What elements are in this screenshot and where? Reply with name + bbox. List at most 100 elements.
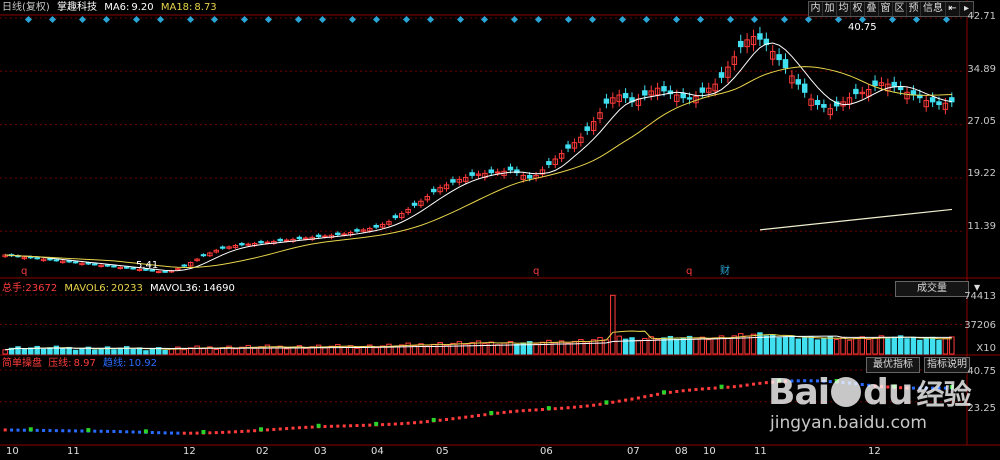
volume-bar <box>897 335 904 355</box>
candle <box>315 234 322 238</box>
indicator-dot <box>483 413 487 417</box>
event-marker-q-1[interactable]: q <box>21 266 27 278</box>
volume-bar <box>853 337 859 355</box>
indicator-selector-label: 成交量 <box>917 283 947 294</box>
indicator-signal <box>546 406 551 411</box>
toolbar-item-nei[interactable]: 内 <box>809 2 823 16</box>
volume-bar <box>674 338 680 355</box>
event-marker-q-2[interactable]: q <box>533 266 539 278</box>
indicator-dot <box>297 426 301 430</box>
indicator-dot <box>700 387 704 391</box>
volume-bar <box>693 338 699 355</box>
indicator-dot <box>387 422 391 426</box>
volume-bar <box>629 337 635 355</box>
candle <box>47 258 53 261</box>
volume-tick-2: 37206 <box>964 320 996 331</box>
event-marker-cai[interactable]: 财 <box>720 266 730 278</box>
indicator-dot <box>611 400 615 404</box>
collapse-arrow-icon[interactable]: ⇤ <box>946 2 960 16</box>
candle <box>303 237 309 240</box>
volume-bar <box>782 336 789 355</box>
toolbar-item-quan[interactable]: 权 <box>851 2 865 16</box>
mavol36-label: MAVOL36: <box>150 283 202 294</box>
volume-bar <box>565 342 571 355</box>
indicator-dot <box>515 409 519 413</box>
indicator-dot <box>74 429 78 433</box>
indicator-help-button[interactable]: 指标说明 <box>924 357 970 373</box>
toolbar-item-jia[interactable]: 加 <box>823 2 837 16</box>
toolbar-item-qu[interactable]: 区 <box>893 2 907 16</box>
indicator-dot <box>617 399 621 403</box>
volume-bar <box>789 335 795 355</box>
best-indicator-button[interactable]: 最优指标 <box>866 357 920 373</box>
toolbar-item-jun[interactable]: 均 <box>837 2 851 16</box>
toolbar-item-chuang[interactable]: 窗 <box>879 2 893 16</box>
signal-diamond <box>48 15 57 24</box>
indicator-dot <box>355 424 359 428</box>
volume-bar <box>648 336 654 355</box>
toolbar-item-die[interactable]: 叠 <box>865 2 879 16</box>
signal-diamond <box>780 15 789 24</box>
indicator-tick-1: 40.75 <box>967 366 996 377</box>
indicator-dot <box>566 406 570 410</box>
volume-bar <box>840 337 846 355</box>
ma6-line <box>5 42 952 272</box>
event-marker-q-3[interactable]: q <box>686 266 692 278</box>
stock-name: 掌趣科技 <box>57 2 97 13</box>
indicator-dot <box>540 408 544 412</box>
candle <box>801 83 808 93</box>
indicator-dot <box>445 418 449 422</box>
indicator-dot <box>438 418 442 422</box>
indicator-dot <box>189 431 193 435</box>
indicator-dot <box>361 423 365 427</box>
toolbar-item-xinxi[interactable]: 信息 <box>921 2 946 16</box>
candle <box>642 90 648 96</box>
volume-bar <box>469 342 475 355</box>
signal-diamond <box>834 15 843 24</box>
candle <box>104 264 111 267</box>
watermark-brand-b: du <box>863 372 913 413</box>
signal-diamond <box>402 15 411 24</box>
volume-bar <box>200 348 207 355</box>
toolbar-item-yu[interactable]: 预 <box>907 2 921 16</box>
indicator-dot <box>745 383 749 387</box>
indicator-dot <box>713 386 717 390</box>
high-price-label: 40.75 <box>848 22 877 33</box>
volume-bar <box>79 348 85 355</box>
indicator-dot <box>502 410 506 414</box>
volume-bar <box>865 338 872 355</box>
signal-diamond <box>510 15 519 24</box>
mavol6-value: 20233 <box>111 283 143 294</box>
volume-bar <box>680 337 686 355</box>
month-label: 12 <box>183 446 196 457</box>
indicator-dot <box>598 402 602 406</box>
volume-bar <box>130 348 136 355</box>
volume-bar <box>757 332 763 355</box>
signal-diamond <box>912 15 921 24</box>
indicator-dot <box>182 431 186 435</box>
volume-bar <box>859 336 865 355</box>
signal-diamond <box>480 15 489 24</box>
volume-bar <box>60 348 66 355</box>
volume-bar <box>277 345 283 355</box>
volume-bar <box>194 345 200 355</box>
volume-bar <box>763 335 770 355</box>
candle <box>258 240 264 244</box>
mavol36-value: 14690 <box>203 283 235 294</box>
candle <box>322 235 328 238</box>
signal-diamond <box>672 15 681 24</box>
candle <box>936 101 942 106</box>
watermark-brand-a: Bai <box>768 372 830 413</box>
indicator-dot <box>214 431 218 435</box>
indicator-selector[interactable]: 成交量 <box>895 281 969 297</box>
indicator-dot <box>80 429 84 433</box>
indicator-dot <box>528 408 532 412</box>
indicator-dot <box>246 429 250 433</box>
candle <box>239 243 245 246</box>
indicator-signal <box>604 400 609 405</box>
volume-bar <box>533 343 539 355</box>
volume-bar <box>635 339 642 355</box>
volume-bar <box>315 344 322 355</box>
indicator-name: 简单操盘 <box>2 358 42 369</box>
volume-bar <box>213 349 220 355</box>
